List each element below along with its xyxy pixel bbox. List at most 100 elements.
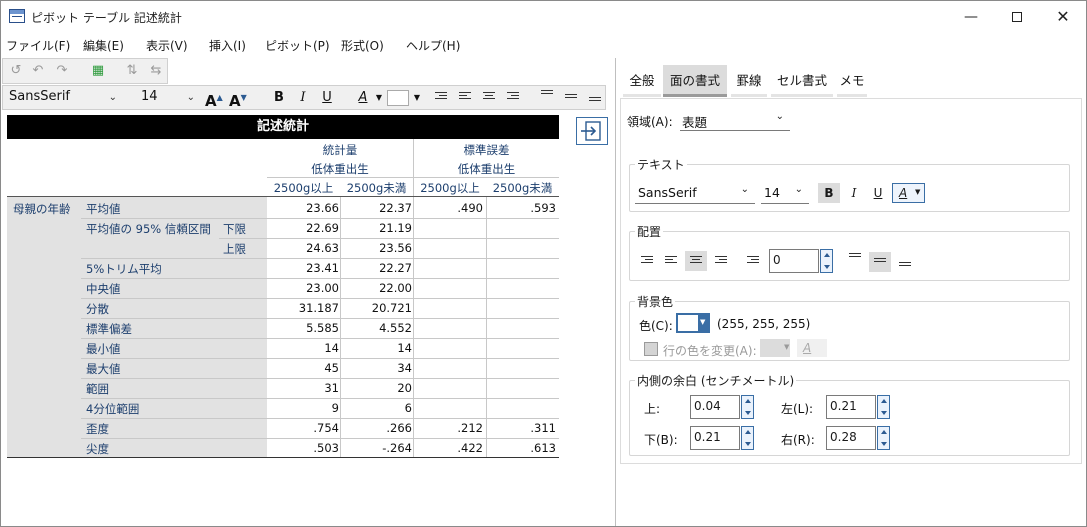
data-cell[interactable]: 22.00 <box>344 281 412 295</box>
data-cell[interactable]: 14 <box>344 341 412 355</box>
data-cell[interactable]: .212 <box>415 421 483 435</box>
font-select[interactable]: SansSerif ⌄ <box>9 89 121 107</box>
data-cell[interactable]: 4.552 <box>344 321 412 335</box>
row-label[interactable]: 範囲 <box>86 381 109 397</box>
redo-back-icon[interactable]: ↶ <box>29 63 47 79</box>
col-2500-below[interactable]: 2500g未満 <box>340 180 413 196</box>
align-right-icon[interactable] <box>507 92 519 102</box>
tab-notes[interactable]: メモ <box>837 65 867 97</box>
row-label[interactable]: 中央値 <box>86 281 121 297</box>
decimal-align-icon[interactable] <box>747 256 759 266</box>
data-cell[interactable]: .503 <box>271 441 339 455</box>
alt-row-color-checkbox[interactable] <box>644 342 658 356</box>
menu-format[interactable]: 形式(O) <box>341 37 384 54</box>
data-cell[interactable]: 21.19 <box>344 221 412 235</box>
valign-middle-icon[interactable] <box>565 94 577 104</box>
row-group-mother-age[interactable]: 母親の年齢 <box>13 201 71 217</box>
row-label[interactable]: 最大値 <box>86 361 121 377</box>
italic-button[interactable]: I <box>295 90 311 106</box>
alt-row-text-color-button[interactable]: A <box>797 339 827 357</box>
swap-icon[interactable]: ⇆ <box>147 63 165 79</box>
row-label[interactable]: 4分位範囲 <box>86 401 139 417</box>
pivot-trays-icon[interactable]: ▦ <box>89 63 107 79</box>
text-italic-button[interactable]: I <box>844 183 864 203</box>
row-label[interactable]: 平均値の 95% 信頼区間 <box>86 221 211 237</box>
data-cell[interactable]: -.264 <box>344 441 412 455</box>
chevron-down-icon[interactable]: ▼ <box>409 90 425 106</box>
tab-area-format[interactable]: 面の書式 <box>663 65 727 97</box>
redo-icon[interactable]: ↷ <box>53 63 71 79</box>
chevron-down-icon[interactable]: ▼ <box>371 90 387 106</box>
row-sublabel[interactable]: 上限 <box>223 241 246 257</box>
data-cell[interactable]: 23.41 <box>271 261 339 275</box>
row-label[interactable]: 標準偏差 <box>86 321 132 337</box>
data-cell[interactable]: 31.187 <box>271 301 339 315</box>
minimize-button[interactable]: — <box>948 1 994 32</box>
data-cell[interactable]: 23.00 <box>271 281 339 295</box>
col-2500-above[interactable]: 2500g以上 <box>267 180 340 196</box>
right-margin-input[interactable]: 0.28 <box>826 426 876 450</box>
export-button[interactable] <box>576 117 608 145</box>
data-cell[interactable]: 20 <box>344 381 412 395</box>
undo-icon[interactable]: ↺ <box>7 63 25 79</box>
left-margin-input[interactable]: 0.21 <box>826 395 876 419</box>
size-select[interactable]: 14 ⌄ <box>141 89 199 107</box>
data-cell[interactable]: 14 <box>271 341 339 355</box>
grow-font-icon[interactable]: A▲ <box>205 90 223 109</box>
menu-view[interactable]: 表示(V) <box>146 37 188 54</box>
text-bold-button[interactable]: B <box>818 183 840 203</box>
align-left-icon[interactable] <box>665 256 677 266</box>
data-cell[interactable]: 9 <box>271 401 339 415</box>
data-cell[interactable]: .754 <box>271 421 339 435</box>
menu-help[interactable]: ヘルプ(H) <box>406 37 460 54</box>
shrink-font-icon[interactable]: A▼ <box>229 90 247 109</box>
text-color-button[interactable]: A <box>355 90 371 106</box>
data-cell[interactable]: 20.721 <box>344 301 412 315</box>
indent-input[interactable]: 0 <box>769 249 819 273</box>
indent-spinner[interactable] <box>820 249 833 273</box>
bottom-margin-spinner[interactable] <box>741 426 754 450</box>
data-cell[interactable]: 6 <box>344 401 412 415</box>
row-label[interactable]: 最小値 <box>86 341 121 357</box>
area-select[interactable]: 表題 ⌄ <box>680 109 790 131</box>
top-margin-spinner[interactable] <box>741 395 754 419</box>
data-cell[interactable]: 23.66 <box>271 201 339 215</box>
data-cell[interactable]: 23.56 <box>344 241 412 255</box>
valign-bottom-icon[interactable] <box>899 262 911 272</box>
underline-button[interactable]: U <box>319 90 335 106</box>
maximize-button[interactable] <box>994 1 1040 32</box>
data-cell[interactable]: 45 <box>271 361 339 375</box>
layer-icon[interactable]: ⇅ <box>123 63 141 79</box>
left-margin-spinner[interactable] <box>877 395 890 419</box>
indent-icon[interactable] <box>435 92 447 102</box>
data-cell[interactable]: 5.585 <box>271 321 339 335</box>
bottom-margin-input[interactable]: 0.21 <box>690 426 740 450</box>
row-label[interactable]: 尖度 <box>86 441 109 457</box>
data-cell[interactable]: 22.27 <box>344 261 412 275</box>
data-cell[interactable]: .593 <box>488 201 556 215</box>
menu-file[interactable]: ファイル(F) <box>6 37 70 54</box>
menu-edit[interactable]: 編集(E) <box>83 37 124 54</box>
tab-cell-format[interactable]: セル書式 <box>771 65 833 97</box>
data-cell[interactable]: 22.69 <box>271 221 339 235</box>
data-cell[interactable]: 34 <box>344 361 412 375</box>
col-2500-below[interactable]: 2500g未満 <box>486 180 559 196</box>
col-group-std-error[interactable]: 標準誤差 <box>414 142 559 158</box>
data-cell[interactable]: .422 <box>415 441 483 455</box>
table-title[interactable]: 記述統計 <box>7 115 559 139</box>
valign-top-icon[interactable] <box>541 90 553 100</box>
data-cell[interactable]: .311 <box>488 421 556 435</box>
align-center-icon[interactable] <box>483 92 495 102</box>
text-size-select[interactable]: 14 ⌄ <box>761 182 809 204</box>
indent-icon[interactable] <box>641 256 653 266</box>
data-cell[interactable]: 22.37 <box>344 201 412 215</box>
row-label[interactable]: 5%トリム平均 <box>86 261 162 277</box>
text-underline-button[interactable]: U <box>868 183 888 203</box>
data-cell[interactable]: 24.63 <box>271 241 339 255</box>
menu-insert[interactable]: 挿入(I) <box>209 37 246 54</box>
close-button[interactable]: ✕ <box>1040 1 1086 32</box>
tab-borders[interactable]: 罫線 <box>731 65 767 97</box>
valign-top-icon[interactable] <box>849 253 861 263</box>
data-cell[interactable]: .490 <box>415 201 483 215</box>
sub-group-low-birth[interactable]: 低体重出生 <box>267 161 413 177</box>
